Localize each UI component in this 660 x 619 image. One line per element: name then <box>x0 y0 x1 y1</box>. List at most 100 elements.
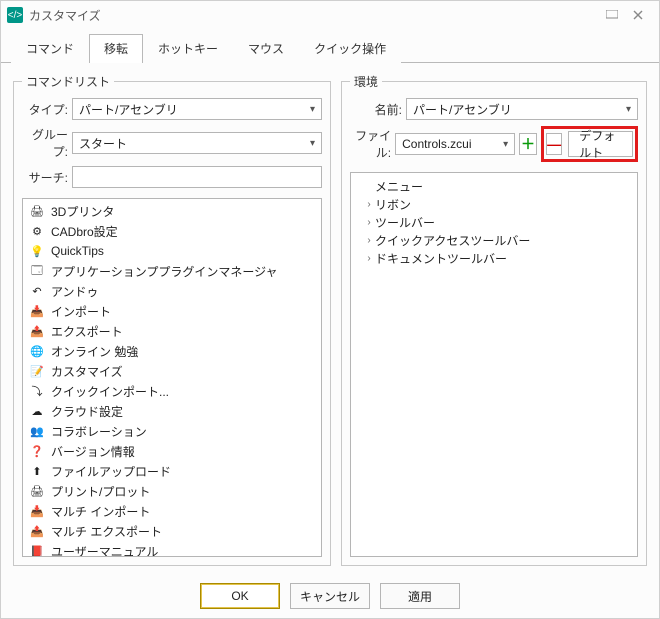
list-item[interactable]: 🖨 3Dプリンタ <box>23 201 321 221</box>
quickimport-icon: ⤵ <box>29 383 45 399</box>
file-combo[interactable]: Controls.zcui <box>395 133 515 155</box>
list-item[interactable]: 🌐オンライン 勉強 <box>23 341 321 361</box>
list-item[interactable]: 💡 QuickTips <box>23 241 321 261</box>
list-item[interactable]: 🖨 プリント/プロット <box>23 481 321 501</box>
name-value: パート/アセンブリ <box>413 101 512 118</box>
import-icon: 📥 <box>29 303 45 319</box>
window-title: カスタマイズ <box>29 7 599 24</box>
default-highlight: ― デフォルト <box>541 126 638 162</box>
environment-tree[interactable]: メニュー›リボン›ツールバー›クイックアクセスツールバー›ドキュメントツールバー <box>350 172 638 557</box>
chevron-right-icon: › <box>363 217 375 228</box>
list-item-label: カスタマイズ <box>51 363 123 380</box>
search-input[interactable] <box>72 166 322 188</box>
export-icon: 📤 <box>29 323 45 339</box>
tab-transfer[interactable]: 移転 <box>89 34 143 63</box>
list-item-label: マルチ エクスポート <box>51 523 162 540</box>
tree-node[interactable]: ›ドキュメントツールバー <box>357 249 631 267</box>
default-button[interactable]: デフォルト <box>568 131 633 157</box>
tree-node-label: メニュー <box>375 178 423 195</box>
app-icon: </> <box>7 7 23 23</box>
list-item-label: QuickTips <box>51 244 104 258</box>
tab-bar: コマンド 移転 ホットキー マウス クイック操作 <box>1 29 659 63</box>
remove-button[interactable]: ― <box>546 133 562 155</box>
customize-dialog: </> カスタマイズ コマンド 移転 ホットキー マウス クイック操作 コマンド… <box>0 0 660 619</box>
environment-legend: 環境 <box>350 73 382 90</box>
list-item[interactable]: ⚙CADbro設定 <box>23 221 321 241</box>
list-item-label: アンドゥ <box>51 283 99 300</box>
list-item[interactable]: 📥 インポート <box>23 301 321 321</box>
add-button[interactable]: ＋ <box>519 133 537 155</box>
list-item-label: ファイルアップロード <box>51 463 171 480</box>
file-label: ファイル: <box>350 127 395 161</box>
note-icon: 📝 <box>29 363 45 379</box>
chevron-right-icon: › <box>363 235 375 246</box>
printer-3d-icon: 🖨 <box>29 203 45 219</box>
list-item[interactable]: 📤 エクスポート <box>23 321 321 341</box>
ok-button[interactable]: OK <box>200 583 280 609</box>
list-item[interactable]: ⤵ クイックインポート... <box>23 381 321 401</box>
list-item-label: CADbro設定 <box>51 223 118 240</box>
tree-node[interactable]: ›ツールバー <box>357 213 631 231</box>
command-list-panel: コマンドリスト タイプ: パート/アセンブリ グループ: スタート サーチ: 🖨… <box>13 73 331 566</box>
list-item[interactable]: 👥コラボレーション <box>23 421 321 441</box>
list-item[interactable]: ☁ クラウド設定 <box>23 401 321 421</box>
list-item[interactable]: ❓バージョン情報 <box>23 441 321 461</box>
manual-icon: 📕 <box>29 543 45 556</box>
name-label: 名前: <box>350 101 406 118</box>
chevron-right-icon: › <box>363 253 375 264</box>
list-item[interactable]: ↶ アンドゥ <box>23 281 321 301</box>
list-item-label: マルチ インポート <box>51 503 150 520</box>
help-button[interactable] <box>599 5 625 25</box>
apply-button[interactable]: 適用 <box>380 583 460 609</box>
list-item[interactable]: 📤 マルチ エクスポート <box>23 521 321 541</box>
list-item[interactable]: 📕 ユーザーマニュアル <box>23 541 321 556</box>
group-combo[interactable]: スタート <box>72 132 322 154</box>
info-icon: ❓ <box>29 443 45 459</box>
tab-command[interactable]: コマンド <box>11 34 89 63</box>
list-item-label: 3Dプリンタ <box>51 203 114 220</box>
bulb-icon: 💡 <box>29 243 45 259</box>
list-item-label: クイックインポート... <box>51 383 169 400</box>
list-item-label: エクスポート <box>51 323 123 340</box>
tree-node-label: ドキュメントツールバー <box>375 250 507 267</box>
list-item-label: ユーザーマニュアル <box>51 543 158 557</box>
group-value: スタート <box>79 135 127 152</box>
list-item-label: インポート <box>51 303 111 320</box>
collab-icon: 👥 <box>29 423 45 439</box>
list-item-label: プリント/プロット <box>51 483 150 500</box>
cloud-icon: ☁ <box>29 403 45 419</box>
print-icon: 🖨 <box>29 483 45 499</box>
multi-import-icon: 📥 <box>29 503 45 519</box>
tab-mouse[interactable]: マウス <box>233 34 299 63</box>
name-combo[interactable]: パート/アセンブリ <box>406 98 638 120</box>
type-combo[interactable]: パート/アセンブリ <box>72 98 322 120</box>
list-item[interactable]: 📥 マルチ インポート <box>23 501 321 521</box>
close-button[interactable] <box>625 5 651 25</box>
tree-node[interactable]: メニュー <box>357 177 631 195</box>
upload-icon: ⬆ <box>29 463 45 479</box>
content-area: コマンドリスト タイプ: パート/アセンブリ グループ: スタート サーチ: 🖨… <box>1 63 659 574</box>
group-label: グループ: <box>22 126 72 160</box>
list-item-label: アプリケーションププラグインマネージャ <box>51 263 278 280</box>
search-label: サーチ: <box>22 169 72 186</box>
window-icon: 🗔 <box>29 263 45 279</box>
tree-node-label: ツールバー <box>375 214 435 231</box>
list-item[interactable]: ⬆ ファイルアップロード <box>23 461 321 481</box>
tree-node[interactable]: ›リボン <box>357 195 631 213</box>
multi-export-icon: 📤 <box>29 523 45 539</box>
tab-quickop[interactable]: クイック操作 <box>299 34 401 63</box>
tab-hotkey[interactable]: ホットキー <box>143 34 233 63</box>
tree-node-label: リボン <box>375 196 411 213</box>
undo-icon: ↶ <box>29 283 45 299</box>
list-item[interactable]: 📝 カスタマイズ <box>23 361 321 381</box>
command-list: 🖨 3Dプリンタ⚙CADbro設定 💡 QuickTips 🗔 アプリケーションププラグイ… <box>22 198 322 557</box>
cancel-button[interactable]: キャンセル <box>290 583 370 609</box>
command-list-scroll[interactable]: 🖨 3Dプリンタ⚙CADbro設定 💡 QuickTips 🗔 アプリケーションププラグイ… <box>23 199 321 556</box>
tree-node-label: クイックアクセスツールバー <box>375 232 530 249</box>
list-item[interactable]: 🗔 アプリケーションププラグインマネージャ <box>23 261 321 281</box>
tree-node[interactable]: ›クイックアクセスツールバー <box>357 231 631 249</box>
titlebar: </> カスタマイズ <box>1 1 659 29</box>
list-item-label: オンライン 勉強 <box>51 343 138 360</box>
environment-panel: 環境 名前: パート/アセンブリ ファイル: Controls.zcui ＋ ―… <box>341 73 647 566</box>
list-item-label: クラウド設定 <box>51 403 123 420</box>
